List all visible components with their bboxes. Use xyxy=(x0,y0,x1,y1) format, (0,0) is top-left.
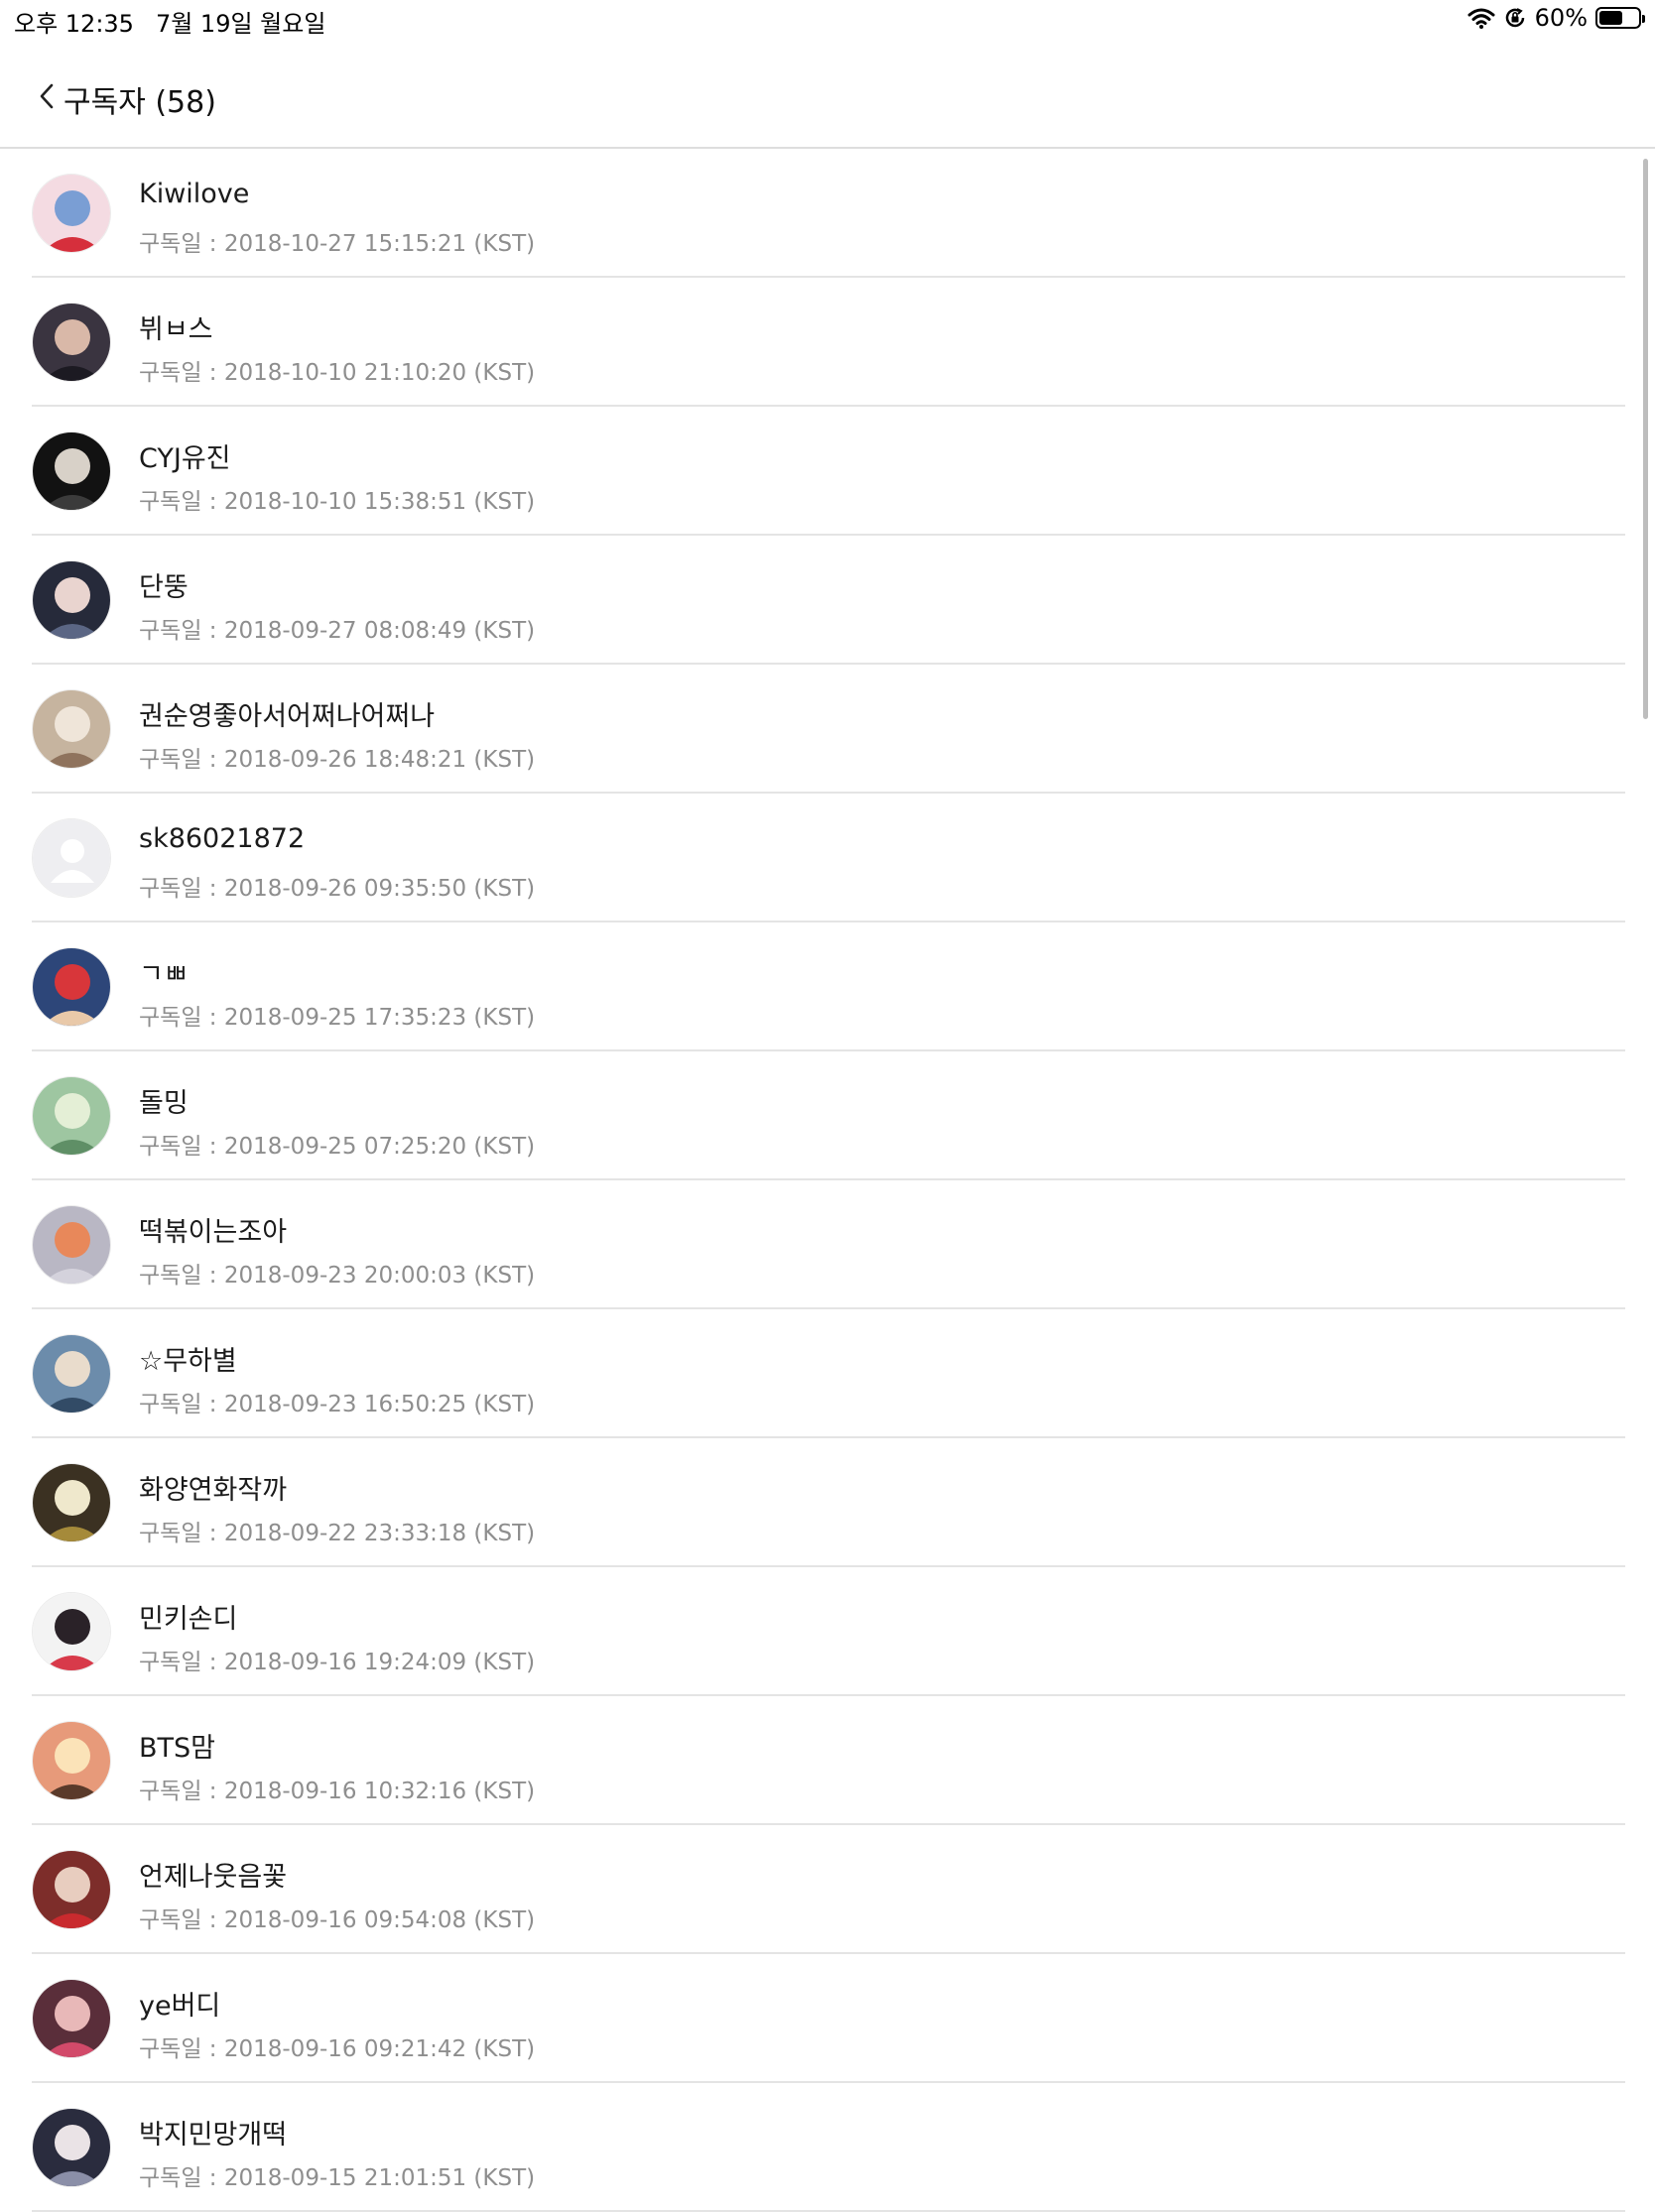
subscriber-list: Kiwilove 구독일 : 2018-10-27 15:15:21 (KST) … xyxy=(32,149,1625,2212)
avatar[interactable] xyxy=(32,1205,111,1285)
battery-fill xyxy=(1599,11,1622,25)
subscribe-date: 구독일 : 2018-09-16 09:21:42 (KST) xyxy=(139,2036,536,2062)
chevron-left-icon[interactable] xyxy=(36,81,58,111)
wifi-icon xyxy=(1467,8,1495,29)
subscriber-name: ☆무하별 xyxy=(139,1346,237,1377)
subscriber-name: 단뚱 xyxy=(139,572,189,603)
subscribe-date: 구독일 : 2018-10-10 21:10:20 (KST) xyxy=(139,360,536,386)
subscriber-row[interactable]: 언제나웃음꽃구독일 : 2018-09-16 09:54:08 (KST) xyxy=(32,1825,1625,1954)
avatar[interactable] xyxy=(32,2108,111,2187)
avatar[interactable] xyxy=(32,174,111,253)
default-avatar-icon[interactable] xyxy=(32,818,111,898)
avatar[interactable] xyxy=(32,1076,111,1156)
subscriber-row[interactable]: 화양연화작까구독일 : 2018-09-22 23:33:18 (KST) xyxy=(32,1438,1625,1567)
avatar[interactable] xyxy=(32,560,111,640)
subscriber-row[interactable]: ye버디구독일 : 2018-09-16 09:21:42 (KST) xyxy=(32,1954,1625,2083)
subscriber-name: BTS맘 xyxy=(139,1733,215,1764)
subscriber-row[interactable]: ☆무하별구독일 : 2018-09-23 16:50:25 (KST) xyxy=(32,1309,1625,1438)
subscriber-row[interactable]: 민키손디구독일 : 2018-09-16 19:24:09 (KST) xyxy=(32,1567,1625,1696)
status-date: 7월 19일 월요일 xyxy=(155,10,326,38)
subscribe-date: 구독일 : 2018-10-27 15:15:21 (KST) xyxy=(139,231,536,257)
subscriber-row[interactable]: 권순영좋아서어쩌나어쩌나구독일 : 2018-09-26 18:48:21 (K… xyxy=(32,665,1625,794)
avatar[interactable] xyxy=(32,303,111,382)
subscriber-row[interactable]: sk86021872 구독일 : 2018-09-26 09:35:50 (KST… xyxy=(32,794,1625,922)
subscribe-date: 구독일 : 2018-09-16 19:24:09 (KST) xyxy=(139,1650,536,1675)
subscribe-date: 구독일 : 2018-09-25 17:35:23 (KST) xyxy=(139,1005,536,1031)
status-time: 오후 12:35 xyxy=(14,10,134,38)
subscriber-name: 박지민망개떡 xyxy=(139,2120,288,2151)
subscriber-name: Kiwilove xyxy=(139,179,250,209)
subscriber-name: 떡볶이는조아 xyxy=(139,1217,288,1248)
avatar[interactable] xyxy=(32,1850,111,1929)
avatar[interactable] xyxy=(32,689,111,769)
subscribe-date: 구독일 : 2018-09-27 08:08:49 (KST) xyxy=(139,618,536,644)
subscriber-row[interactable]: BTS맘구독일 : 2018-09-16 10:32:16 (KST) xyxy=(32,1696,1625,1825)
avatar[interactable] xyxy=(32,1592,111,1671)
subscriber-name: ye버디 xyxy=(139,1991,221,2022)
subscribe-date: 구독일 : 2018-09-22 23:33:18 (KST) xyxy=(139,1521,536,1546)
subscribe-date: 구독일 : 2018-09-23 16:50:25 (KST) xyxy=(139,1392,536,1417)
subscribe-date: 구독일 : 2018-09-25 07:25:20 (KST) xyxy=(139,1134,536,1160)
subscriber-row[interactable]: 뷔ㅂ스구독일 : 2018-10-10 21:10:20 (KST) xyxy=(32,278,1625,407)
subscriber-name: 민키손디 xyxy=(139,1604,238,1635)
subscribe-date: 구독일 : 2018-09-26 18:48:21 (KST) xyxy=(139,747,536,773)
subscribe-date: 구독일 : 2018-09-15 21:01:51 (KST) xyxy=(139,2165,536,2191)
subscriber-name: 권순영좋아서어쩌나어쩌나 xyxy=(139,701,436,732)
subscriber-name: 언제나웃음꽃 xyxy=(139,1862,288,1893)
page-title: 구독자 (58) xyxy=(64,85,216,120)
subscriber-name: 뷔ㅂ스 xyxy=(139,314,213,345)
battery-percent: 60% xyxy=(1534,4,1588,32)
orientation-lock-icon xyxy=(1505,8,1524,28)
subscriber-row[interactable]: 단뚱구독일 : 2018-09-27 08:08:49 (KST) xyxy=(32,536,1625,665)
subscriber-row[interactable]: 박지민망개떡구독일 : 2018-09-15 21:01:51 (KST) xyxy=(32,2083,1625,2212)
subscribe-date: 구독일 : 2018-09-16 10:32:16 (KST) xyxy=(139,1779,536,1804)
avatar[interactable] xyxy=(32,947,111,1027)
battery-icon xyxy=(1595,7,1645,29)
subscriber-name: CYJ유진 xyxy=(139,443,231,474)
status-bar: 오후 12:35 7월 19일 월요일 60% xyxy=(0,0,1655,40)
subscriber-row[interactable]: CYJ유진구독일 : 2018-10-10 15:38:51 (KST) xyxy=(32,407,1625,536)
subscriber-name: ㄱㅃ xyxy=(139,959,189,990)
subscriber-name: 돌밍 xyxy=(139,1088,189,1119)
subscriber-name: sk86021872 xyxy=(139,823,306,854)
subscriber-name: 화양연화작까 xyxy=(139,1475,288,1506)
navigation-bar: 구독자 (58) xyxy=(0,40,1655,149)
subscriber-row[interactable]: 떡볶이는조아구독일 : 2018-09-23 20:00:03 (KST) xyxy=(32,1180,1625,1309)
subscribe-date: 구독일 : 2018-09-23 20:00:03 (KST) xyxy=(139,1263,536,1289)
avatar[interactable] xyxy=(32,1463,111,1542)
avatar[interactable] xyxy=(32,1334,111,1413)
subscriber-row[interactable]: ㄱㅃ 구독일 : 2018-09-25 17:35:23 (KST) xyxy=(32,922,1625,1051)
subscriber-row[interactable]: Kiwilove 구독일 : 2018-10-27 15:15:21 (KST) xyxy=(32,149,1625,278)
subscribe-date: 구독일 : 2018-10-10 15:38:51 (KST) xyxy=(139,489,536,515)
avatar[interactable] xyxy=(32,431,111,511)
subscribe-date: 구독일 : 2018-09-16 09:54:08 (KST) xyxy=(139,1907,536,1933)
scrollbar[interactable] xyxy=(1643,159,1648,719)
avatar[interactable] xyxy=(32,1721,111,1800)
subscriber-row[interactable]: 돌밍구독일 : 2018-09-25 07:25:20 (KST) xyxy=(32,1051,1625,1180)
subscribe-date: 구독일 : 2018-09-26 09:35:50 (KST) xyxy=(139,876,536,902)
avatar[interactable] xyxy=(32,1979,111,2058)
